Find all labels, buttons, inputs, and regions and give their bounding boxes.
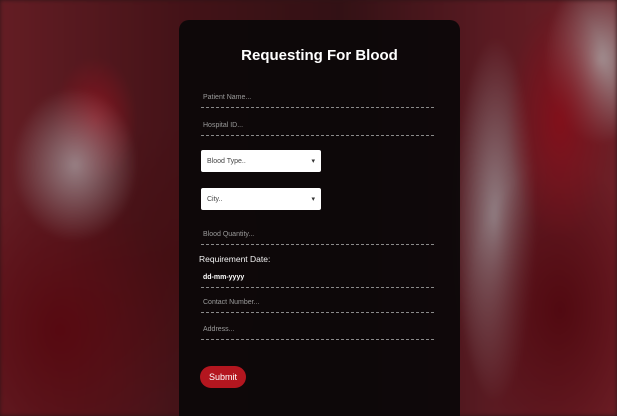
address-placeholder: Address... — [203, 326, 235, 333]
blood-type-select[interactable]: Blood Type.. ▾ — [201, 150, 321, 172]
contact-number-placeholder: Contact Number... — [203, 299, 260, 306]
blood-type-select-value: Blood Type.. — [207, 157, 246, 165]
page: Requesting For Blood Patient Name... Hos… — [0, 0, 617, 416]
patient-name-placeholder: Patient Name... — [203, 94, 252, 101]
address-input[interactable]: Address... — [201, 320, 434, 340]
hospital-id-input[interactable]: Hospital ID... — [201, 116, 434, 136]
requirement-date-value: dd-mm-yyyy — [203, 274, 245, 281]
patient-name-input[interactable]: Patient Name... — [201, 88, 434, 108]
requirement-date-label: Requirement Date: — [199, 254, 271, 264]
chevron-down-icon: ▾ — [311, 158, 315, 165]
contact-number-input[interactable]: Contact Number... — [201, 293, 434, 313]
form-title: Requesting For Blood — [241, 47, 398, 64]
chevron-down-icon: ▾ — [311, 196, 315, 203]
requirement-date-input[interactable]: dd-mm-yyyy — [201, 268, 434, 288]
city-select[interactable]: City.. ▾ — [201, 188, 321, 210]
blood-request-form: Requesting For Blood Patient Name... Hos… — [179, 20, 460, 416]
hospital-id-placeholder: Hospital ID... — [203, 122, 244, 129]
blood-quantity-placeholder: Blood Quantity... — [203, 231, 255, 238]
blood-quantity-input[interactable]: Blood Quantity... — [201, 225, 434, 245]
city-select-value: City.. — [207, 195, 223, 203]
submit-button[interactable]: Submit — [200, 366, 246, 388]
